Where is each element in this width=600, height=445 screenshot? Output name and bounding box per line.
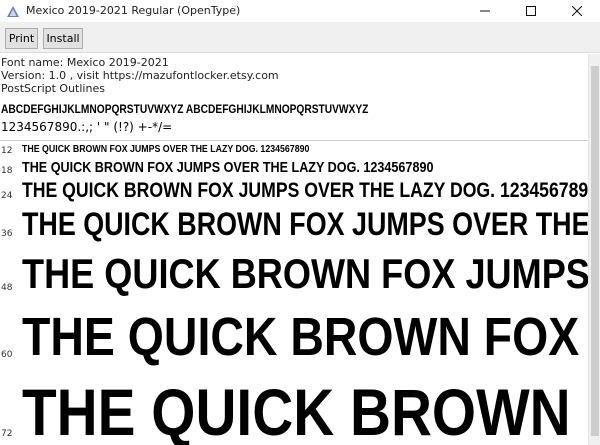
size-label-12: 12 [1, 146, 13, 156]
maximize-button[interactable] [508, 0, 554, 22]
font-viewer-app-icon [6, 4, 20, 18]
sample-text-60: THE QUICK BROWN FOX JUMPS OVER THE LAZY … [22, 307, 588, 367]
maximize-icon [526, 6, 536, 16]
minimize-icon [480, 10, 490, 12]
size-label-48: 48 [1, 283, 13, 293]
minimize-button[interactable] [462, 0, 508, 22]
sample-text-24: THE QUICK BROWN FOX JUMPS OVER THE LAZY … [22, 179, 588, 202]
size-label-18: 18 [1, 166, 13, 176]
version-text: Version: 1.0 , visit https://mazufontloc… [1, 69, 279, 82]
title-bar: Mexico 2019-2021 Regular (OpenType) [0, 0, 600, 22]
sample-text-12: THE QUICK BROWN FOX JUMPS OVER THE LAZY … [22, 144, 310, 155]
sample-text-72: THE QUICK BROWN FOX JUMPS OVER THE LAZY … [22, 375, 588, 445]
font-preview-pane: Font name: Mexico 2019-2021 Version: 1.0… [0, 54, 588, 445]
scrollbar-thumb[interactable] [591, 66, 599, 436]
close-button[interactable] [554, 0, 600, 22]
sample-text-18: THE QUICK BROWN FOX JUMPS OVER THE LAZY … [22, 159, 434, 176]
sample-text-48: THE QUICK BROWN FOX JUMPS OVER THE LAZY … [22, 250, 588, 297]
size-label-60: 60 [1, 350, 13, 360]
vertical-scrollbar[interactable] [588, 54, 600, 445]
size-label-72: 72 [1, 429, 13, 439]
charset-numbers: 1234567890.:,; ' " (!?) +-*/= [1, 120, 173, 134]
close-icon [572, 6, 582, 16]
outlines-text: PostScript Outlines [1, 82, 105, 95]
size-label-36: 36 [1, 229, 13, 239]
print-button[interactable]: Print [5, 28, 38, 49]
size-label-24: 24 [1, 191, 13, 201]
toolbar: Print Install [0, 22, 600, 53]
font-name-text: Font name: Mexico 2019-2021 [1, 56, 169, 69]
window-title: Mexico 2019-2021 Regular (OpenType) [26, 4, 241, 17]
install-button[interactable]: Install [43, 28, 83, 49]
divider [0, 140, 588, 141]
charset-letters: ABCDEFGHIJKLMNOPQRSTUVWXYZ ABCDEFGHIJKLM… [1, 102, 369, 116]
sample-text-36: THE QUICK BROWN FOX JUMPS OVER THE LAZY … [22, 206, 588, 242]
